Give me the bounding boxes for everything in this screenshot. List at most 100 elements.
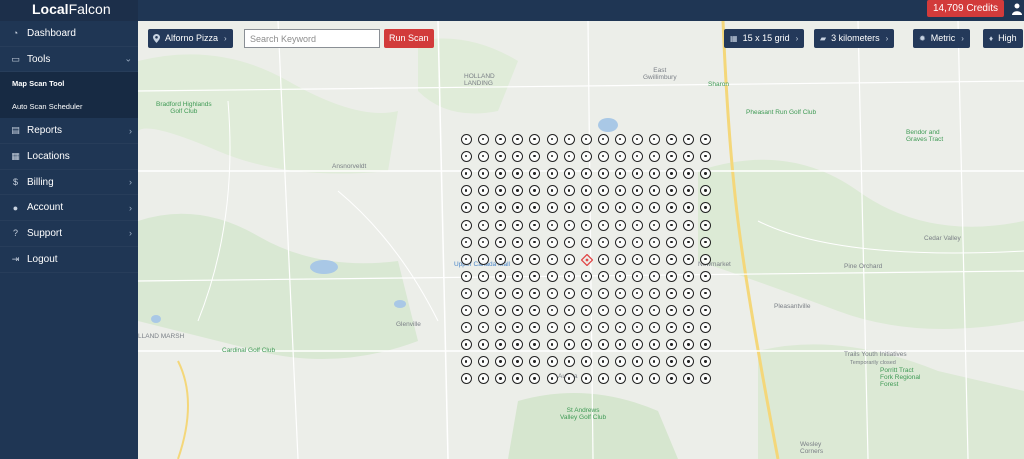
grid-point[interactable] [649, 253, 661, 265]
grid-point[interactable] [666, 185, 678, 197]
user-icon[interactable] [1012, 3, 1022, 15]
grid-point[interactable] [563, 339, 575, 351]
keyword-input[interactable] [244, 29, 380, 48]
grid-point[interactable] [563, 253, 575, 265]
grid-point[interactable] [580, 373, 592, 385]
grid-point[interactable] [666, 305, 678, 316]
grid-point[interactable] [512, 305, 524, 316]
grid-point[interactable] [563, 287, 575, 299]
sidebar-item-support[interactable]: ? Support › [0, 221, 138, 247]
grid-point[interactable] [461, 253, 472, 265]
grid-point[interactable] [512, 202, 524, 214]
grid-point[interactable] [614, 219, 626, 231]
grid-point[interactable] [666, 356, 678, 368]
grid-point[interactable] [529, 185, 541, 197]
center-location-marker[interactable] [580, 253, 593, 266]
grid-point[interactable] [614, 270, 626, 282]
grid-point[interactable] [597, 339, 609, 351]
grid-point[interactable] [461, 202, 472, 214]
grid-point[interactable] [649, 185, 661, 197]
grid-point[interactable] [649, 219, 661, 231]
grid-point[interactable] [632, 356, 643, 368]
sidebar-item-reports[interactable]: ▤ Reports › [0, 118, 138, 145]
grid-point[interactable] [683, 339, 695, 351]
grid-point[interactable] [512, 339, 524, 351]
sidebar-item-locations[interactable]: ▦ Locations [0, 144, 138, 170]
grid-point[interactable] [666, 168, 678, 180]
grid-point[interactable] [461, 219, 472, 231]
grid-point[interactable] [597, 185, 609, 197]
grid-point[interactable] [580, 322, 592, 334]
grid-point[interactable] [546, 270, 558, 282]
grid-point[interactable] [563, 373, 575, 385]
grid-point[interactable] [597, 322, 609, 334]
grid-point[interactable] [461, 287, 472, 299]
grid-point[interactable] [546, 202, 558, 214]
grid-point[interactable] [546, 373, 558, 385]
grid-point[interactable] [614, 322, 626, 334]
grid-point[interactable] [649, 168, 661, 180]
grid-point[interactable] [632, 253, 643, 265]
grid-point[interactable] [666, 322, 678, 334]
grid-point[interactable] [632, 305, 643, 316]
grid-point[interactable] [478, 202, 490, 214]
grid-point[interactable] [461, 339, 472, 351]
location-selector[interactable]: Alforno Pizza › [148, 29, 233, 48]
grid-point[interactable] [632, 185, 643, 197]
app-logo[interactable]: LocalFalcon [0, 0, 138, 21]
grid-point[interactable] [546, 356, 558, 368]
grid-point[interactable] [478, 339, 490, 351]
grid-point[interactable] [512, 134, 524, 145]
grid-point[interactable] [666, 202, 678, 214]
grid-point[interactable] [529, 322, 541, 334]
grid-point[interactable] [580, 287, 592, 299]
grid-point[interactable] [614, 134, 626, 145]
grid-point[interactable] [666, 236, 678, 248]
grid-point[interactable] [478, 287, 490, 299]
grid-point[interactable] [512, 219, 524, 231]
grid-point[interactable] [666, 253, 678, 265]
grid-point[interactable] [614, 185, 626, 197]
grid-point[interactable] [649, 356, 661, 368]
grid-point[interactable] [632, 202, 643, 214]
grid-point[interactable] [649, 373, 661, 385]
grid-point[interactable] [563, 322, 575, 334]
grid-point[interactable] [614, 305, 626, 316]
grid-point[interactable] [700, 287, 712, 299]
grid-point[interactable] [495, 373, 507, 385]
grid-point[interactable] [580, 151, 592, 163]
grid-point[interactable] [700, 168, 712, 180]
sidebar-item-tools[interactable]: ▭ Tools ⌄ [0, 47, 138, 73]
submenu-item-map-scan-tool[interactable]: Map Scan Tool [0, 72, 138, 95]
grid-point[interactable] [580, 270, 592, 282]
grid-point[interactable] [512, 253, 524, 265]
distance-selector[interactable]: ▰ 3 kilometers › [814, 29, 895, 48]
grid-point[interactable] [529, 287, 541, 299]
grid-point[interactable] [495, 168, 507, 180]
grid-point[interactable] [683, 305, 695, 316]
grid-point[interactable] [546, 253, 558, 265]
grid-point[interactable] [700, 151, 712, 163]
grid-point[interactable] [649, 134, 661, 145]
units-selector[interactable]: ✹ Metric › [913, 29, 970, 48]
grid-point[interactable] [495, 322, 507, 334]
grid-point[interactable] [632, 219, 643, 231]
grid-point[interactable] [614, 356, 626, 368]
grid-point[interactable] [649, 339, 661, 351]
grid-point[interactable] [700, 134, 712, 145]
grid-point[interactable] [580, 356, 592, 368]
grid-point[interactable] [614, 151, 626, 163]
grid-point[interactable] [597, 270, 609, 282]
grid-point[interactable] [512, 185, 524, 197]
grid-point[interactable] [614, 168, 626, 180]
sidebar-item-account[interactable]: ● Account › [0, 195, 138, 222]
grid-point[interactable] [563, 185, 575, 197]
grid-point[interactable] [529, 253, 541, 265]
grid-point[interactable] [563, 356, 575, 368]
grid-point[interactable] [478, 356, 490, 368]
grid-point[interactable] [461, 305, 472, 316]
grid-point[interactable] [546, 322, 558, 334]
grid-point[interactable] [683, 185, 695, 197]
grid-point[interactable] [580, 236, 592, 248]
grid-point[interactable] [563, 134, 575, 145]
